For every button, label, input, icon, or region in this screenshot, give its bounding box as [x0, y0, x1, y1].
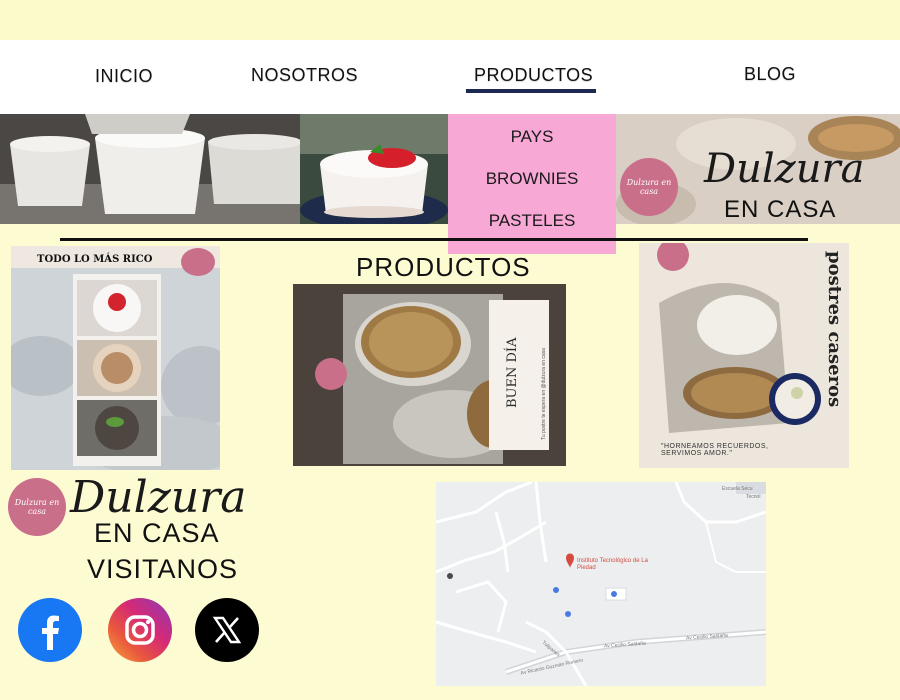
card-side-text: Tu postre te espera en @dulzura en casa	[541, 348, 547, 440]
footer-visit-label: VISITANOS	[87, 554, 239, 584]
card-logo-badge	[181, 248, 215, 276]
map-street-label: Escuela Secu	[722, 486, 753, 492]
banner-logo-text: Dulzura en casa	[626, 178, 672, 196]
main-nav: INICIO NOSOTROS PRODUCTOS BLOG	[0, 40, 900, 114]
location-map[interactable]: Instituto Tecnológico de La Piedad Av Ri…	[436, 482, 766, 686]
facebook-icon[interactable]	[18, 598, 82, 662]
nav-link-blog[interactable]: BLOG	[744, 64, 796, 85]
x-icon[interactable]	[195, 598, 259, 662]
banner-photo-logo: Dulzura en casa Dulzura EN CASA	[616, 114, 900, 224]
active-nav-indicator	[466, 89, 596, 93]
banner-brand-sub: EN CASA	[724, 196, 837, 223]
dropdown-item-brownies[interactable]: BROWNIES	[448, 169, 616, 189]
product-card-postres[interactable]: postres caseros "HORNEAMOS RECUERDOS, SE…	[639, 243, 849, 468]
dropdown-item-pasteles[interactable]: PASTELES	[448, 211, 616, 231]
card-logo-badge-2	[315, 358, 347, 390]
footer-brand-sub: EN CASA	[94, 518, 220, 548]
nav-link-inicio[interactable]: INICIO	[95, 66, 153, 87]
banner-photo-strawberry-cake	[300, 114, 448, 224]
instagram-icon[interactable]	[108, 598, 172, 662]
card-caption-postres: postres caseros	[824, 251, 845, 408]
map-place-label: Instituto Tecnológico de La Piedad	[577, 558, 648, 571]
nav-link-nosotros[interactable]: NOSOTROS	[251, 65, 358, 86]
card-caption-buen-dia: BUEN DÍA	[505, 337, 520, 408]
map-street-label: Tecnol	[746, 494, 761, 500]
dropdown-item-pays[interactable]: PAYS	[448, 127, 616, 147]
products-dropdown-menu: PAYS BROWNIES PASTELES	[448, 114, 616, 254]
products-section-title: PRODUCTOS	[356, 252, 531, 282]
footer-logo-badge: Dulzura en casa	[8, 478, 66, 536]
banner-photo-cups	[0, 114, 300, 224]
top-band	[0, 0, 900, 40]
banner-brand-script: Dulzura	[704, 146, 865, 192]
product-card-buen-dia[interactable]: BUEN DÍA Tu postre te espera en @dulzura…	[293, 284, 566, 466]
product-card-todo[interactable]: TODO LO MÁS RICO	[11, 246, 220, 470]
card-quote: "HORNEAMOS RECUERDOS, SERVIMOS AMOR."	[661, 443, 769, 457]
footer-brand-script: Dulzura	[70, 472, 247, 523]
nav-link-productos[interactable]: PRODUCTOS	[474, 65, 593, 86]
banner-logo-badge: Dulzura en casa	[620, 158, 678, 216]
section-divider	[60, 238, 808, 241]
footer-logo-text: Dulzura en casa	[14, 498, 60, 516]
card-caption-todo: TODO LO MÁS RICO	[37, 254, 153, 265]
